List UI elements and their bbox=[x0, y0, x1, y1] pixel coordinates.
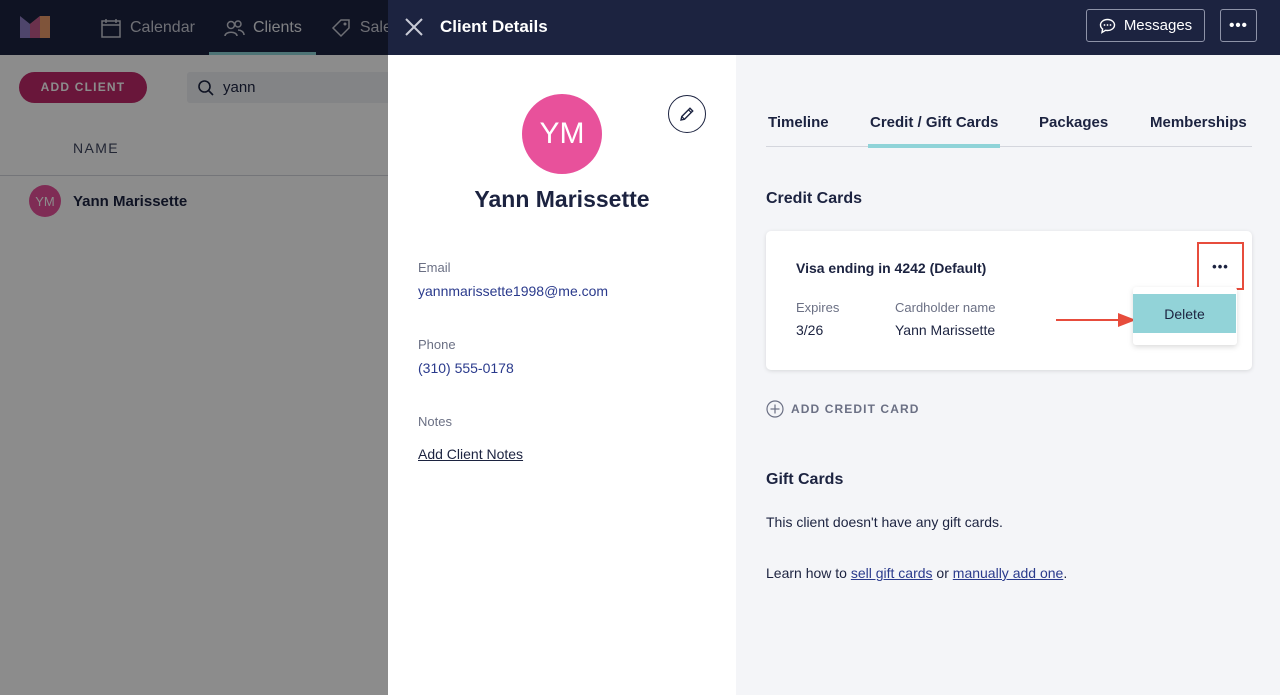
notes-label: Notes bbox=[418, 414, 452, 429]
add-client-notes-link[interactable]: Add Client Notes bbox=[418, 446, 523, 462]
gift-cards-empty-text: This client doesn't have any gift cards. bbox=[766, 514, 1003, 530]
pointer-arrow-icon bbox=[1056, 313, 1136, 327]
card-title: Visa ending in 4242 (Default) bbox=[796, 260, 987, 276]
delete-card-menu-item[interactable]: Delete bbox=[1133, 294, 1236, 333]
help-or: or bbox=[932, 565, 953, 581]
card-options-dropdown: Delete bbox=[1133, 287, 1237, 345]
tab-bar: Timeline Credit / Gift Cards Packages Me… bbox=[766, 114, 1252, 148]
expires-value: 3/26 bbox=[796, 322, 824, 338]
client-detail-tabs-panel: Timeline Credit / Gift Cards Packages Me… bbox=[736, 55, 1280, 695]
add-credit-card-label: ADD CREDIT CARD bbox=[791, 402, 920, 416]
phone-value[interactable]: (310) 555-0178 bbox=[418, 360, 514, 376]
add-credit-card-button[interactable]: ADD CREDIT CARD bbox=[766, 400, 920, 418]
messages-label: Messages bbox=[1123, 17, 1193, 34]
client-details-drawer: Client Details Messages ••• YM Yann Mari… bbox=[388, 0, 1280, 695]
cardholder-value: Yann Marissette bbox=[895, 322, 996, 338]
sell-gift-cards-link[interactable]: sell gift cards bbox=[851, 565, 933, 581]
plus-circle-icon bbox=[766, 400, 784, 418]
more-options-button[interactable]: ••• bbox=[1220, 9, 1257, 42]
gift-cards-heading: Gift Cards bbox=[766, 471, 844, 488]
avatar: YM bbox=[522, 94, 602, 174]
tab-credit-gift-cards[interactable]: Credit / Gift Cards bbox=[867, 114, 1001, 148]
cardholder-label: Cardholder name bbox=[895, 300, 996, 315]
credit-card-item: Visa ending in 4242 (Default) Expires 3/… bbox=[766, 231, 1252, 370]
tab-memberships[interactable]: Memberships bbox=[1150, 114, 1247, 147]
client-name: Yann Marissette bbox=[474, 186, 650, 212]
help-prefix: Learn how to bbox=[766, 565, 851, 581]
tab-packages[interactable]: Packages bbox=[1039, 114, 1108, 147]
messages-button[interactable]: Messages bbox=[1086, 9, 1205, 42]
client-profile-panel: YM Yann Marissette Email yannmarissette1… bbox=[388, 55, 736, 695]
email-value[interactable]: yannmarissette1998@me.com bbox=[418, 283, 608, 299]
chat-bubble-icon bbox=[1099, 18, 1116, 34]
credit-cards-heading: Credit Cards bbox=[766, 190, 863, 207]
close-icon[interactable] bbox=[402, 15, 426, 39]
drawer-header: Client Details Messages ••• bbox=[388, 0, 1280, 55]
gift-cards-help-text: Learn how to sell gift cards or manually… bbox=[766, 565, 1067, 581]
card-more-options-button[interactable]: ••• bbox=[1197, 242, 1244, 290]
manually-add-one-link[interactable]: manually add one bbox=[953, 565, 1064, 581]
edit-client-button[interactable] bbox=[668, 95, 706, 133]
drawer-title: Client Details bbox=[440, 17, 548, 36]
help-suffix: . bbox=[1063, 565, 1068, 581]
phone-label: Phone bbox=[418, 337, 456, 352]
pencil-icon bbox=[680, 107, 694, 121]
expires-label: Expires bbox=[796, 300, 840, 315]
tab-timeline[interactable]: Timeline bbox=[768, 114, 829, 147]
email-label: Email bbox=[418, 260, 451, 275]
